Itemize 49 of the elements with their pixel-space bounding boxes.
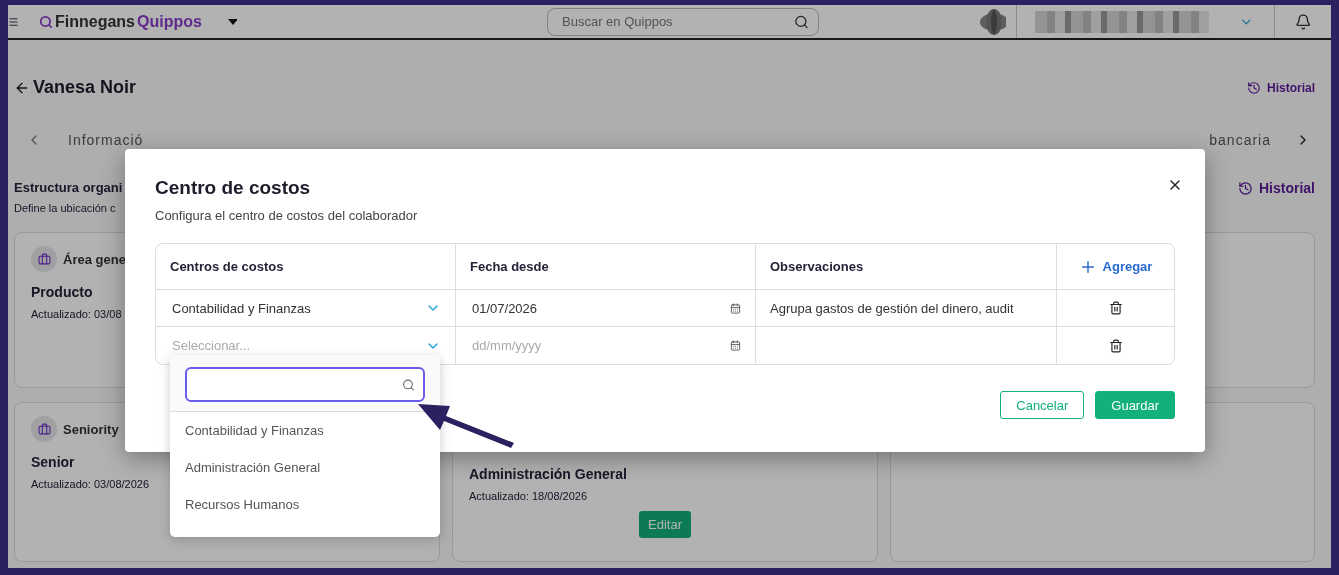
trash-icon xyxy=(1108,338,1123,353)
history-icon xyxy=(1247,80,1261,95)
select-field[interactable]: Seleccionar... xyxy=(170,337,419,354)
search-field[interactable]: Buscar en Quippos xyxy=(547,7,819,36)
column-header: Fecha desde xyxy=(470,259,549,274)
date-field[interactable]: dd/mm/yyyy xyxy=(470,337,724,354)
calendar-icon[interactable] xyxy=(730,302,741,314)
caret-icon[interactable] xyxy=(227,18,238,25)
dropdown-option[interactable]: Administración General xyxy=(170,449,440,486)
dropdown-option[interactable]: Recursos Humanos xyxy=(170,486,440,523)
search-icon xyxy=(402,378,415,391)
calendar-icon[interactable] xyxy=(730,340,741,351)
history-link[interactable]: Historial xyxy=(1238,180,1315,196)
card-value: Administración General xyxy=(469,466,627,482)
card-title: Área gene xyxy=(63,251,126,267)
logo-text: Finnegans xyxy=(55,12,135,31)
history-icon xyxy=(1238,180,1253,196)
select-field[interactable]: Contabilidad y Finanzas xyxy=(170,299,419,317)
card-title: Seniority xyxy=(63,421,119,437)
column-header: Observaciones xyxy=(770,259,864,274)
section-title: Estructura organi xyxy=(14,180,123,195)
logo-icon xyxy=(39,14,53,29)
table-cell: Agrupa gastos de gestión del dinero, audit xyxy=(770,300,1014,316)
modal-title: Centro de costos xyxy=(155,177,312,199)
modal-subtitle: Configura el centro de costos del colaborador xyxy=(155,208,418,223)
column-header: Centros de costos xyxy=(170,259,284,274)
bell-icon[interactable] xyxy=(1294,12,1312,31)
card-updated: Actualizado: 03/08 xyxy=(31,308,122,320)
tab[interactable]: bancaria xyxy=(1199,132,1281,148)
briefcase-icon xyxy=(37,252,51,266)
history-link[interactable]: Historial xyxy=(1247,80,1315,95)
delete-button[interactable] xyxy=(1108,301,1123,315)
delete-button[interactable] xyxy=(1108,338,1123,353)
card-value: Senior xyxy=(31,454,75,470)
trash-icon xyxy=(1108,301,1123,315)
dropdown-search-field[interactable] xyxy=(185,367,425,402)
page-title: Vanesa Noir xyxy=(14,77,137,98)
card-value: Producto xyxy=(31,284,93,300)
date-field[interactable]: 01/07/2026 xyxy=(470,299,724,317)
tab[interactable]: Informació xyxy=(58,132,154,148)
add-button[interactable]: Agregar xyxy=(1078,257,1153,276)
card-updated: Actualizado: 03/08/2026 xyxy=(31,478,150,490)
briefcase-icon xyxy=(37,422,51,436)
menu-icon[interactable] xyxy=(8,15,19,28)
card-updated: Actualizado: 18/08/2026 xyxy=(469,490,588,502)
sphere-logo-icon xyxy=(978,8,1007,35)
search-icon[interactable] xyxy=(793,14,809,29)
logo-text: Quippos xyxy=(137,12,202,31)
section-description: Define la ubicación c xyxy=(14,202,117,214)
